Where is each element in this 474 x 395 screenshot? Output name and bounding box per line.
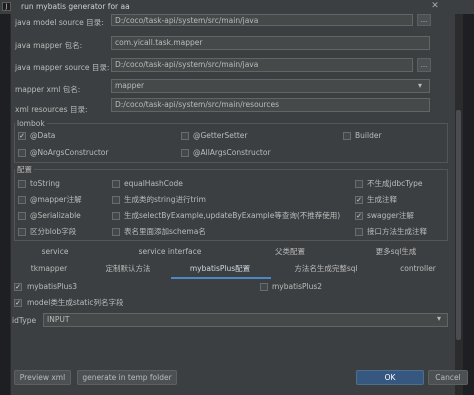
data-checkbox-label: @Data xyxy=(30,131,56,140)
tab-default-methods[interactable]: 定制默认方法 xyxy=(98,263,158,275)
id-type-select[interactable]: INPUT xyxy=(43,313,448,327)
string-trim-label: 生成类的string进行trim xyxy=(124,195,206,204)
model-source-browse-button[interactable]: ... xyxy=(417,14,431,26)
no-jdbctype-checkbox[interactable] xyxy=(355,180,363,188)
schema-name-label: 表名里面添加schema名 xyxy=(124,227,206,236)
static-field-checkbox[interactable]: ✓ xyxy=(14,299,22,307)
all-args-constructor-checkbox[interactable] xyxy=(181,149,189,157)
no-args-constructor-checkbox[interactable] xyxy=(18,149,26,157)
mapper-xml-package-field[interactable]: mapper xyxy=(111,79,430,93)
tab-controller[interactable]: controller xyxy=(396,263,440,275)
active-tab-indicator xyxy=(171,277,271,279)
id-type-dropdown-icon[interactable]: ▾ xyxy=(437,314,441,323)
tab-service-interface[interactable]: service interface xyxy=(135,246,205,258)
mybatis-plus2-label: mybatisPlus2 xyxy=(272,282,323,291)
tab-tkmapper[interactable]: tkmapper xyxy=(26,263,72,275)
generate-comments-checkbox[interactable]: ✓ xyxy=(355,196,363,204)
mapper-source-field[interactable]: D:/coco/task-api/system/src/main/java xyxy=(111,58,413,72)
no-args-constructor-label: @NoArgsConstructor xyxy=(30,148,109,157)
mapper-package-field[interactable]: com.yicall.task.mapper xyxy=(111,36,430,50)
serializable-label: @Serializable xyxy=(30,211,81,220)
tab-more-sql[interactable]: 更多sql生成 xyxy=(368,246,424,258)
all-args-constructor-label: @AllArgsConstructor xyxy=(193,148,271,157)
select-by-example-label: 生成selectByExample,updateByExample等查询(不推荐… xyxy=(124,211,341,220)
xml-resources-field[interactable]: D:/coco/task-api/system/src/main/resourc… xyxy=(111,98,430,112)
tab-method-name-sql[interactable]: 方法名生成完整sql xyxy=(288,263,364,275)
tab-parent-class-config[interactable]: 父类配置 xyxy=(268,246,312,258)
mapper-source-browse-button[interactable]: ... xyxy=(417,58,431,72)
mapper-xml-package-label: mapper xml 包名: xyxy=(15,85,81,94)
equal-hashcode-checkbox[interactable] xyxy=(112,180,120,188)
mapper-source-label: java mapper source 目录: xyxy=(15,63,110,72)
close-icon[interactable]: ✕ xyxy=(429,0,441,12)
cancel-button[interactable]: Cancel xyxy=(428,370,468,385)
swagger-annotation-label: swagger注解 xyxy=(367,211,414,220)
builder-label: Builder xyxy=(355,131,382,140)
no-jdbctype-label: 不生成jdbcType xyxy=(367,179,423,188)
generate-comments-label: 生成注释 xyxy=(367,195,397,204)
generate-temp-folder-button[interactable]: generate in temp folder xyxy=(77,370,177,385)
model-source-label: java model source 目录: xyxy=(15,18,104,27)
config-group-title: 配置 xyxy=(15,165,34,174)
mapper-annotation-checkbox[interactable] xyxy=(18,196,26,204)
mybatis-plus2-checkbox[interactable] xyxy=(260,283,268,291)
string-trim-checkbox[interactable] xyxy=(112,196,120,204)
select-by-example-checkbox[interactable] xyxy=(112,212,120,220)
tab-mybatis-plus-config[interactable]: mybatisPlus配置 xyxy=(185,263,255,275)
model-source-field[interactable]: D:/coco/task-api/system/src/main/java xyxy=(111,14,413,26)
serializable-checkbox[interactable] xyxy=(18,212,26,220)
swagger-annotation-checkbox[interactable]: ✓ xyxy=(355,212,363,220)
blob-field-checkbox[interactable] xyxy=(18,228,26,236)
scrollbar-thumb[interactable] xyxy=(456,110,461,340)
blob-field-label: 区分blob字段 xyxy=(30,227,77,236)
tab-service[interactable]: service xyxy=(30,246,80,258)
mybatis-plus3-label: mybatisPlus3 xyxy=(27,282,78,291)
data-checkbox[interactable]: ✓ xyxy=(18,132,26,140)
lombok-group-title: lombok xyxy=(15,119,47,128)
title-bar: J run mybatis generator for aa ✕ xyxy=(0,0,474,14)
schema-name-checkbox[interactable] xyxy=(112,228,120,236)
mybatis-plus3-checkbox[interactable]: ✓ xyxy=(14,283,22,291)
id-type-label: idType xyxy=(12,316,37,325)
interface-method-comment-checkbox[interactable] xyxy=(355,228,363,236)
intellij-app-icon: J xyxy=(2,2,11,11)
builder-checkbox[interactable] xyxy=(343,132,351,140)
ok-button[interactable]: OK xyxy=(356,370,424,385)
equal-hashcode-label: equalHashCode xyxy=(124,179,183,188)
tostring-checkbox[interactable] xyxy=(18,180,26,188)
xml-resources-label: xml resources 目录: xyxy=(15,105,88,114)
getter-setter-checkbox[interactable] xyxy=(181,132,189,140)
interface-method-comment-label: 接口方法生成注释 xyxy=(367,227,427,236)
window-title: run mybatis generator for aa xyxy=(21,2,130,11)
getter-setter-label: @GetterSetter xyxy=(193,131,248,140)
mapper-xml-dropdown-icon[interactable]: ▾ xyxy=(418,81,422,90)
mapper-annotation-label: @mapper注解 xyxy=(30,195,82,204)
mapper-package-label: java mapper 包名: xyxy=(15,41,83,50)
preview-xml-button[interactable]: Preview xml xyxy=(14,370,71,385)
tostring-label: toString xyxy=(30,179,60,188)
static-field-label: model类生成static列名字段 xyxy=(27,298,124,307)
